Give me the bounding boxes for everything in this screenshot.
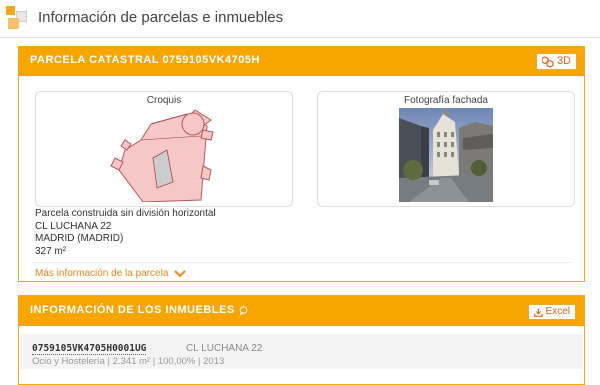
croquis-label: Croquis — [146, 95, 182, 106]
parcel-panel: PARCELA CATASTRAL 0759105VK4705H 3D Croq… — [18, 46, 585, 282]
download-icon — [533, 308, 543, 317]
comment-icon[interactable] — [239, 305, 248, 315]
property-street: CL LUCHANA 22 — [186, 343, 263, 354]
facade-photo-box: Fotografía fachada — [317, 91, 575, 207]
parcel-sketch[interactable] — [103, 106, 227, 202]
facade-photo-label: Fotografía fachada — [404, 95, 488, 106]
catastro-logo-icon — [6, 6, 30, 30]
list-item: 0759105VK4705H0001UG CL LUCHANA 22 Ocio … — [20, 334, 583, 369]
parcel-description: Parcela construida sin división horizont… — [35, 208, 216, 219]
parcel-address: Parcela construida sin división horizont… — [35, 208, 216, 258]
excel-button-label: Excel — [545, 306, 570, 317]
parcel-street: CL LUCHANA 22 — [35, 220, 112, 232]
facade-photo[interactable] — [399, 108, 493, 202]
export-excel-button[interactable]: Excel — [527, 304, 576, 320]
buildings-title-label: INFORMACIÓN DE LOS INMUEBLES — [30, 304, 235, 316]
page-title: Información de parcelas e inmuebles — [38, 9, 284, 26]
buildings-title: INFORMACIÓN DE LOS INMUEBLES — [30, 304, 248, 316]
parcel-city: MADRID (MADRID) — [35, 233, 124, 244]
more-parcel-info-link[interactable]: Más información de la parcela — [35, 268, 187, 279]
cubes-icon — [541, 55, 554, 68]
croquis-box: Croquis — [35, 91, 293, 207]
app-header: Información de parcelas e inmuebles — [0, 0, 600, 38]
more-parcel-info-label: Más información de la parcela — [35, 268, 169, 279]
property-reference-link[interactable]: 0759105VK4705H0001UG — [32, 343, 147, 355]
parcel-header-bar: PARCELA CATASTRAL 0759105VK4705H 3D — [19, 47, 584, 76]
divider — [33, 262, 572, 263]
parcel-area: 327 m² — [35, 245, 67, 257]
buildings-header-bar: INFORMACIÓN DE LOS INMUEBLES Excel — [19, 296, 584, 326]
3d-button-label: 3D — [556, 55, 571, 67]
chevron-down-icon — [174, 270, 187, 278]
buildings-panel: INFORMACIÓN DE LOS INMUEBLES Excel 07591… — [18, 295, 585, 385]
parcel-title: PARCELA CATASTRAL 0759105VK4705H — [30, 54, 260, 66]
property-details: Ocio y Hostelería | 2.341 m² | 100,00% |… — [32, 356, 225, 367]
3d-view-button[interactable]: 3D — [535, 53, 577, 70]
